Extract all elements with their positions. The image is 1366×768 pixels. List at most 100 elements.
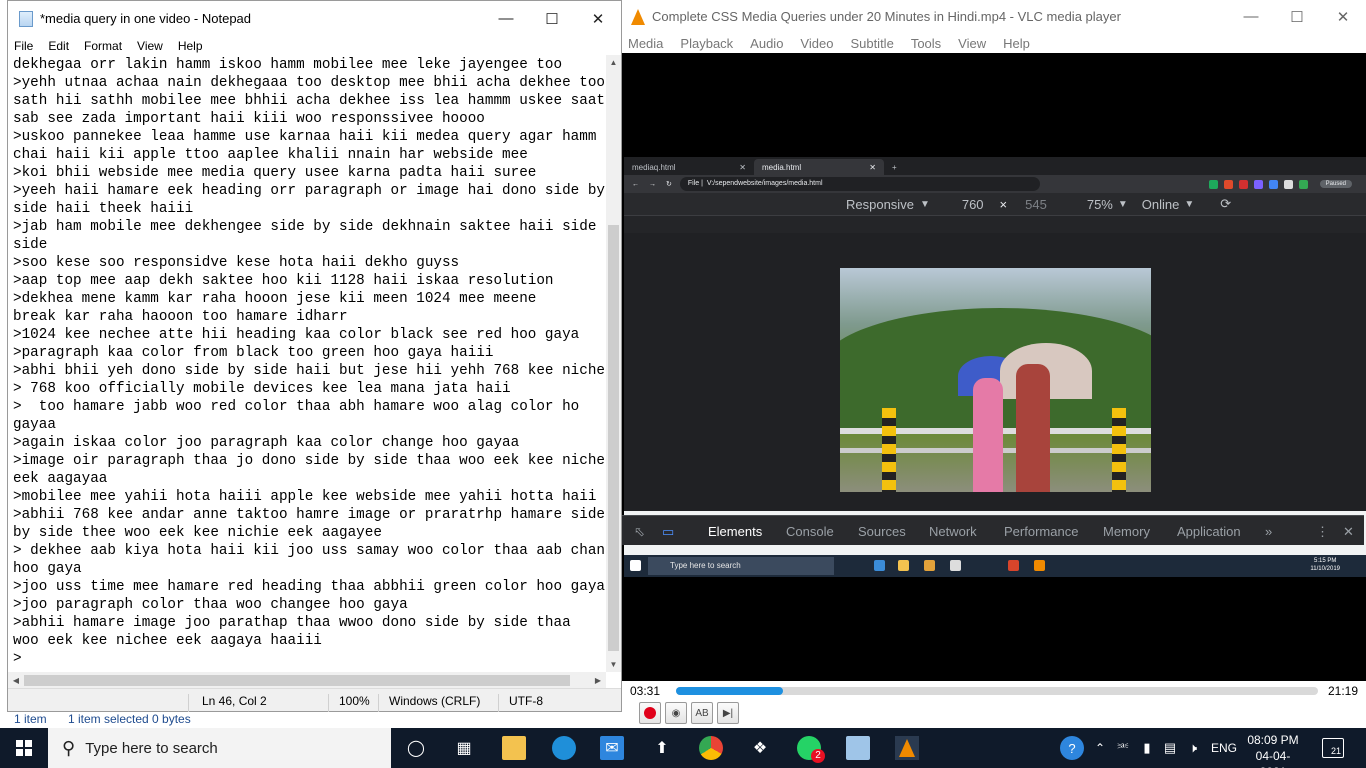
- video-area[interactable]: mediaq.html ✕ media.html ✕ + ← → ↻ File | …: [622, 53, 1366, 681]
- menu-view[interactable]: View: [137, 39, 163, 53]
- vlc-menu-audio[interactable]: Audio: [750, 36, 783, 51]
- notepad-title-bar[interactable]: *media query in one video - Notepad — ☐ …: [8, 1, 621, 36]
- file-explorer-icon[interactable]: [502, 736, 526, 760]
- vertical-scroll-thumb[interactable]: [608, 225, 619, 651]
- dropdown-icon: ▼: [1184, 198, 1195, 210]
- devtools-tab-network: Network: [929, 524, 977, 539]
- vlc-menu-subtitle[interactable]: Subtitle: [850, 36, 893, 51]
- status-separator: [328, 694, 329, 712]
- frame-step-button[interactable]: ▶|: [717, 702, 739, 724]
- extension-icon: [1268, 179, 1278, 189]
- photo-post: [882, 408, 896, 492]
- scroll-down-icon[interactable]: ▼: [606, 657, 621, 672]
- scroll-left-icon[interactable]: ◀: [8, 672, 24, 688]
- task-view-icon[interactable]: ▦: [452, 736, 476, 760]
- notification-center-icon[interactable]: 21: [1322, 738, 1344, 758]
- time-elapsed: 03:31: [630, 684, 661, 698]
- video-tab-active: media.html ✕: [754, 159, 884, 175]
- seek-bar[interactable]: [676, 687, 1318, 695]
- notepad-text-line: >image oir paragraph thaa jo dono side b…: [13, 453, 606, 469]
- scroll-right-icon[interactable]: ▶: [590, 672, 606, 688]
- whatsapp-badge: 2: [811, 749, 825, 763]
- menu-file[interactable]: File: [14, 39, 33, 53]
- vlc-menu-view[interactable]: View: [958, 36, 986, 51]
- dropbox-icon[interactable]: ❖: [748, 736, 772, 760]
- language-indicator[interactable]: ENG: [1211, 728, 1237, 768]
- taskbar-search[interactable]: ⚲ Type here to search: [48, 728, 391, 768]
- windows-icon: [16, 740, 32, 756]
- vertical-scrollbar[interactable]: ▲ ▼: [606, 55, 621, 672]
- notepad-text-line: by side thee woo eek kee nichie eek aaga…: [13, 525, 382, 541]
- vlc-menu-help[interactable]: Help: [1003, 36, 1030, 51]
- vlc-cone-icon: [631, 8, 645, 25]
- notepad-menu-bar: File Edit Format View Help: [8, 36, 621, 55]
- minimize-button[interactable]: —: [483, 1, 529, 36]
- menu-format[interactable]: Format: [84, 39, 122, 53]
- vlc-menu-video[interactable]: Video: [800, 36, 833, 51]
- vlc-menu-media[interactable]: Media: [628, 36, 663, 51]
- cortana-icon[interactable]: ◯: [404, 736, 428, 760]
- video-browser-tabs: mediaq.html ✕ media.html ✕ +: [624, 157, 1366, 175]
- mini-app-icon: [1008, 560, 1019, 571]
- camera-icon: ◉: [671, 707, 681, 719]
- vlc-menu-bar: Media Playback Audio Video Subtitle Tool…: [622, 33, 1366, 53]
- mini-date: 11/10/2019: [1310, 566, 1340, 572]
- mail-icon[interactable]: ✉: [600, 736, 624, 760]
- battery-icon[interactable]: ▮: [1135, 736, 1159, 760]
- menu-edit[interactable]: Edit: [48, 39, 69, 53]
- vlc-maximize-button[interactable]: ☐: [1274, 0, 1320, 34]
- vlc-close-button[interactable]: ✕: [1320, 0, 1366, 34]
- explorer-status-bar: 1 item 1 item selected 0 bytes: [0, 712, 622, 728]
- mini-store-icon: [950, 560, 961, 571]
- video-tab-label: mediaq.html: [632, 163, 676, 172]
- vlc-menu-playback[interactable]: Playback: [680, 36, 733, 51]
- notepad-taskbar-icon[interactable]: [846, 736, 870, 760]
- notepad-text-line: >joo uss time mee hamare red heading tha…: [13, 579, 605, 595]
- device-toolbar: Responsive ▼ 760 × 545 75% ▼ Online ▼ ⟳: [624, 193, 1366, 215]
- winamp-icon[interactable]: ⬆: [650, 736, 674, 760]
- tab-close-icon: ✕: [869, 163, 876, 172]
- vlc-menu-tools[interactable]: Tools: [911, 36, 941, 51]
- notepad-text-line: >soo kese soo responsidve kese hota haii…: [13, 255, 460, 271]
- scroll-up-icon[interactable]: ▲: [606, 55, 621, 70]
- notepad-text-area[interactable]: dekhegaa orr lakin hamm iskoo hamm mobil…: [8, 55, 606, 672]
- tab-close-icon: ✕: [739, 163, 746, 172]
- chevron-up-icon[interactable]: ⌃: [1088, 736, 1112, 760]
- volume-icon[interactable]: 🕨: [1181, 736, 1205, 760]
- extension-icon: [1253, 179, 1263, 189]
- maximize-button[interactable]: ☐: [529, 1, 575, 36]
- url-text: V:/sependwebsite/images/media.html: [706, 180, 823, 187]
- status-separator: [498, 694, 499, 712]
- video-taskbar: Type here to search 5:15 PM 11/10/2019: [624, 555, 1366, 577]
- devtools-tab-application: Application: [1177, 524, 1241, 539]
- device-mode: Responsive: [846, 196, 914, 212]
- network-icon[interactable]: ▤: [1158, 736, 1182, 760]
- explorer-selection: 1 item selected 0 bytes: [68, 712, 191, 726]
- kebab-menu-icon: ⋮: [1316, 524, 1329, 539]
- horizontal-scrollbar[interactable]: ◀ ▶: [8, 672, 606, 688]
- vlc-title-bar[interactable]: Complete CSS Media Queries under 20 Minu…: [622, 0, 1366, 33]
- close-button[interactable]: ✕: [575, 1, 621, 36]
- devtools-tab-elements: Elements: [708, 524, 763, 539]
- notepad-text-line: >yeeh haii hamare eek heading orr paragr…: [13, 183, 605, 199]
- usb-icon[interactable]: ⎃: [1111, 736, 1135, 760]
- loop-ab-button[interactable]: AB: [691, 702, 713, 724]
- notepad-text-line: >abhii 768 kee andar anne taktoo hamre i…: [13, 507, 605, 523]
- vlc-minimize-button[interactable]: —: [1228, 0, 1274, 34]
- taskbar-clock[interactable]: 08:09 PM 04-04-2021: [1243, 732, 1303, 768]
- whatsapp-icon[interactable]: 2: [797, 736, 825, 763]
- vlc-taskbar-icon[interactable]: [895, 736, 919, 760]
- extension-icon: [1208, 179, 1218, 189]
- start-button[interactable]: [0, 728, 48, 768]
- help-icon[interactable]: ?: [1060, 736, 1084, 760]
- notification-count: 21: [1330, 746, 1341, 756]
- mini-clock: 5:15 PM 11/10/2019: [1310, 557, 1340, 573]
- record-button[interactable]: [639, 702, 661, 724]
- edge-icon[interactable]: [552, 736, 576, 760]
- menu-help[interactable]: Help: [178, 39, 203, 53]
- chrome-icon[interactable]: [699, 736, 723, 760]
- snapshot-button[interactable]: ◉: [665, 702, 687, 724]
- dropdown-icon: ▼: [919, 198, 930, 210]
- horizontal-scroll-thumb[interactable]: [24, 675, 570, 686]
- notepad-app-icon: [19, 10, 33, 27]
